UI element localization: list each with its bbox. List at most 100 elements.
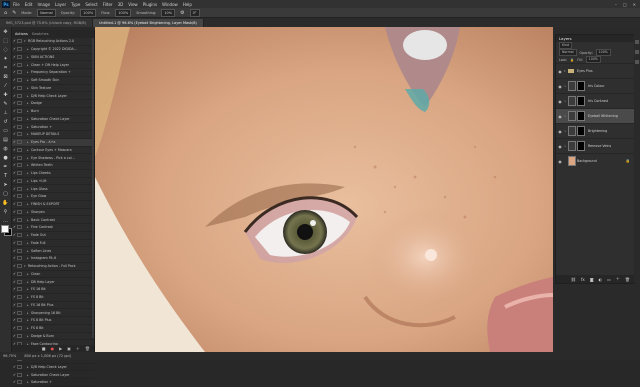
- action-row[interactable]: ✓ ▾ RGB Retouching Actions 2.0: [12, 38, 94, 46]
- action-row[interactable]: ✓ ▸ Skin Texture: [12, 85, 94, 93]
- action-row[interactable]: ✓ ▸ Eyes Pro - A+a: [12, 138, 94, 147]
- layer-filter-select[interactable]: Kind: [559, 42, 573, 49]
- foreground-color-swatch[interactable]: [1, 225, 9, 233]
- frame-tool-icon[interactable]: ⊠: [2, 74, 9, 81]
- action-row[interactable]: ✓ ▸ Lips Cheeks: [12, 170, 94, 178]
- dialog-toggle[interactable]: [17, 47, 22, 52]
- action-row[interactable]: ✓ ▸ Dodge & Burn: [12, 333, 94, 341]
- visibility-eye-icon[interactable]: ◉: [556, 159, 564, 164]
- action-row[interactable]: ✓ ▸ FS 8 Bit: [12, 325, 94, 333]
- action-row[interactable]: ✓ ▸ FINISH & EXPORT: [12, 201, 94, 209]
- healing-brush-tool-icon[interactable]: ✚: [2, 92, 9, 99]
- dialog-toggle[interactable]: [17, 264, 22, 269]
- action-row[interactable]: ✓ ▸ Dodge: [12, 100, 94, 108]
- action-row[interactable]: ✓ ▸ Basic Contrast: [12, 216, 94, 224]
- layers-panel-icon[interactable]: [635, 40, 639, 44]
- dialog-toggle[interactable]: [17, 279, 22, 284]
- zoom-tool-icon[interactable]: ⚲: [2, 209, 9, 216]
- layer-fill-field[interactable]: 100%: [585, 56, 601, 63]
- dialog-toggle[interactable]: [17, 248, 22, 253]
- zoom-level[interactable]: 96.75%: [3, 354, 16, 358]
- layer-row[interactable]: ◉ ↳ Eyeball Whitening: [556, 108, 634, 123]
- dialog-toggle[interactable]: [17, 85, 22, 90]
- action-row[interactable]: ✓ ▸ Eye Shadows - Pick a col...: [12, 154, 94, 162]
- action-row[interactable]: ✓ ▸ Fade Out: [12, 232, 94, 240]
- dialog-toggle[interactable]: [17, 302, 22, 307]
- dialog-toggle[interactable]: [17, 93, 22, 98]
- tab-swatches[interactable]: Swatches: [32, 32, 49, 36]
- angle-field[interactable]: 0°: [189, 8, 200, 17]
- action-row[interactable]: ✓ ▸ Fine Contrast: [12, 224, 94, 232]
- menu-window[interactable]: Window: [162, 2, 178, 7]
- dialog-toggle[interactable]: [17, 101, 22, 106]
- fx-icon[interactable]: fx: [581, 277, 585, 282]
- delete-icon[interactable]: 🗑: [85, 346, 90, 351]
- tab-actions[interactable]: Actions: [15, 32, 28, 36]
- layer-mask-thumbnail[interactable]: [577, 96, 585, 106]
- action-row[interactable]: ✓ ▸ MAKEUP DETAILS: [12, 131, 94, 139]
- menu-type[interactable]: Type: [71, 2, 80, 7]
- dialog-toggle[interactable]: [17, 217, 22, 222]
- action-row[interactable]: ✓ ▸ Sharpening 16 Bit: [12, 309, 94, 317]
- dialog-toggle[interactable]: [17, 155, 22, 160]
- action-row[interactable]: ✓ ▸ Copyright © 2022 DIGIDA...: [12, 46, 94, 54]
- record-icon[interactable]: ●: [51, 346, 55, 351]
- new-group-icon[interactable]: ▭: [607, 277, 611, 282]
- dialog-toggle[interactable]: [17, 202, 22, 207]
- clone-stamp-tool-icon[interactable]: ⊥: [2, 110, 9, 117]
- dialog-toggle[interactable]: [17, 147, 22, 152]
- more-tools-icon[interactable]: …: [2, 218, 9, 225]
- smoothing-field[interactable]: 10%: [161, 8, 176, 17]
- dialog-toggle[interactable]: [17, 171, 22, 176]
- marquee-tool-icon[interactable]: ⬚: [2, 38, 9, 45]
- menu-view[interactable]: View: [128, 2, 138, 7]
- action-row[interactable]: ✓ ▸ SKIN ACTIONS: [12, 54, 94, 62]
- tab-document-1[interactable]: IMG_5723.psd @ 75.6% (Unlock copy, RGB/8…: [0, 19, 93, 27]
- dialog-toggle[interactable]: [17, 186, 22, 191]
- opacity-field[interactable]: 100%: [80, 8, 97, 17]
- document-canvas[interactable]: [95, 27, 553, 352]
- menu-file[interactable]: File: [13, 2, 20, 7]
- brush-tool-icon-side[interactable]: ✎: [2, 101, 9, 108]
- dialog-toggle[interactable]: [17, 70, 22, 75]
- action-row[interactable]: ✓ ▸ D/B Help Check Layer: [12, 92, 94, 100]
- shape-tool-icon[interactable]: ▢: [2, 191, 9, 198]
- action-row[interactable]: ✓ ▸ FS 8 Bit Plus: [12, 317, 94, 325]
- history-brush-tool-icon[interactable]: ↺: [2, 119, 9, 126]
- menu-edit[interactable]: Edit: [25, 2, 33, 7]
- visibility-eye-icon[interactable]: ◉: [556, 144, 564, 149]
- action-row[interactable]: ✓ ▸ Soften Lines: [12, 247, 94, 255]
- move-tool-icon[interactable]: ✥: [2, 29, 9, 36]
- dialog-toggle[interactable]: [17, 295, 22, 300]
- lasso-tool-icon[interactable]: ◌: [2, 47, 9, 54]
- maximize-icon[interactable]: □: [623, 2, 627, 7]
- action-row[interactable]: ✓ ▸ Lips +Lift: [12, 178, 94, 186]
- hand-tool-icon[interactable]: ✋: [2, 200, 9, 207]
- channels-panel-icon[interactable]: [635, 50, 639, 54]
- dialog-toggle[interactable]: [17, 318, 22, 323]
- dialog-toggle[interactable]: [17, 39, 22, 44]
- action-row[interactable]: ✓ ▸ Instagram Fit-It: [12, 255, 94, 263]
- eyedropper-tool-icon[interactable]: ⁄: [2, 83, 9, 90]
- dialog-toggle[interactable]: [17, 163, 22, 168]
- action-row[interactable]: ✓ ▸ Contour Eyes + Mascara: [12, 147, 94, 155]
- action-row[interactable]: ✓ ▸ Sharpen: [12, 209, 94, 217]
- action-row[interactable]: ✓ ▸ Lips Gloss: [12, 185, 94, 193]
- menu-filter[interactable]: Filter: [103, 2, 113, 7]
- dialog-toggle[interactable]: [17, 271, 22, 276]
- visibility-eye-icon[interactable]: ◉: [556, 114, 564, 119]
- dialog-toggle[interactable]: [17, 140, 22, 145]
- type-tool-icon[interactable]: T: [2, 173, 9, 180]
- new-layer-icon[interactable]: ＋: [616, 276, 620, 282]
- crop-tool-icon[interactable]: ⌗: [2, 65, 9, 72]
- dialog-toggle[interactable]: [17, 287, 22, 292]
- action-row[interactable]: ✓ ▸ Saturation Check Layer: [12, 371, 94, 379]
- dialog-toggle[interactable]: [17, 240, 22, 245]
- flow-field[interactable]: 100%: [115, 8, 132, 17]
- action-row[interactable]: ✓ ▸ Clean: [12, 271, 94, 279]
- action-row[interactable]: ✓ ▸ Soft Smooth Skin: [12, 77, 94, 85]
- dialog-toggle[interactable]: [17, 364, 22, 369]
- link-layers-icon[interactable]: ⛓: [571, 277, 576, 282]
- dialog-toggle[interactable]: [17, 209, 22, 214]
- visibility-eye-icon[interactable]: ◉: [556, 69, 564, 74]
